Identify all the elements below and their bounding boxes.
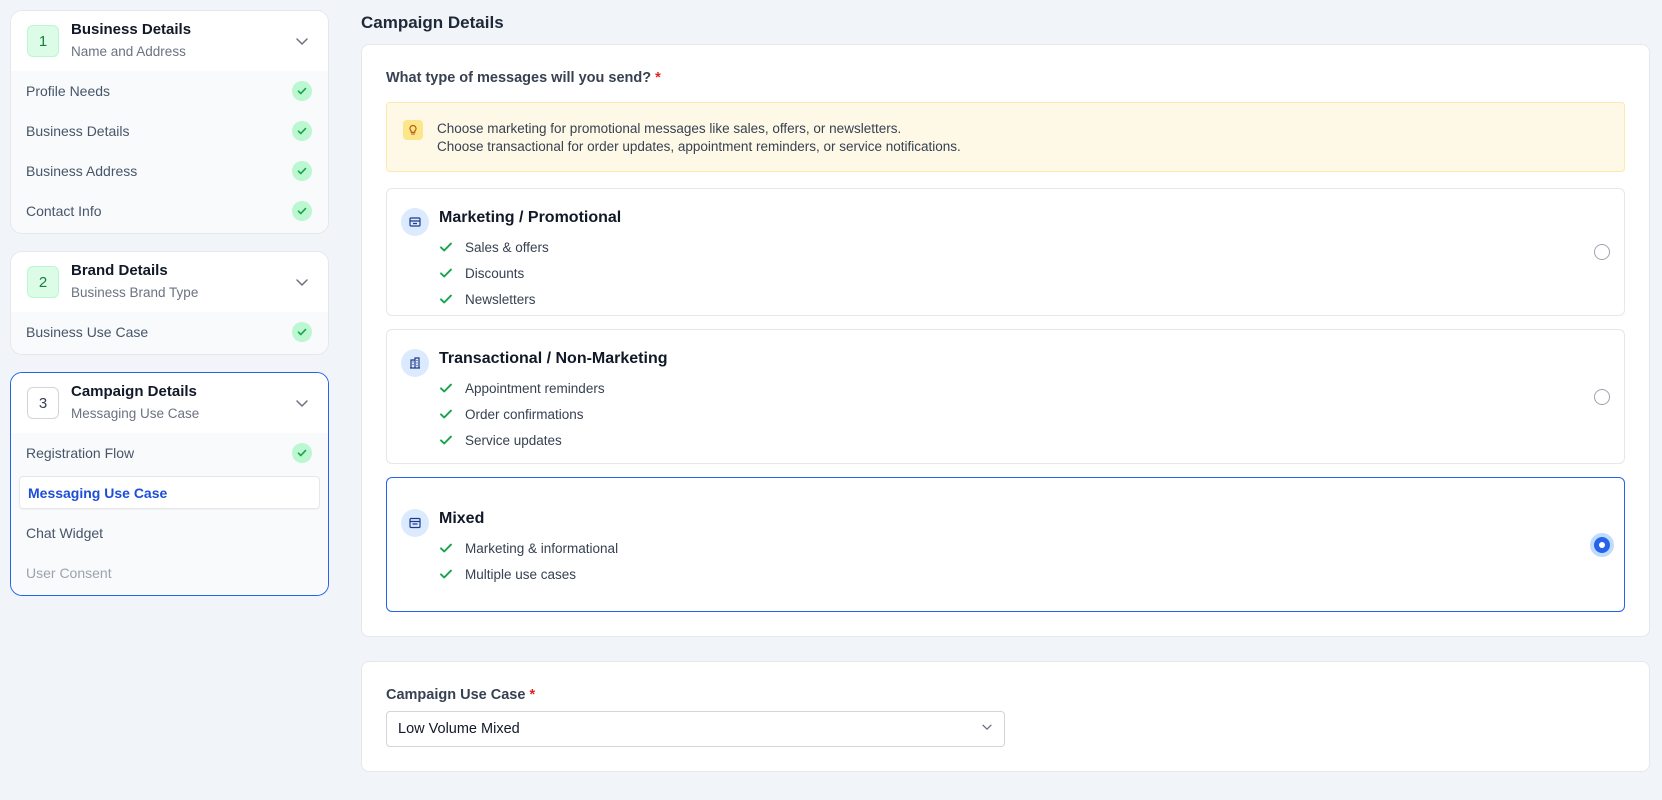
step-title: Business Details <box>71 21 192 38</box>
check-icon <box>439 433 455 447</box>
step-item-label: Business Use Case <box>26 324 149 340</box>
question-label: What type of messages will you send? * <box>386 70 661 86</box>
option-title: Mixed <box>439 510 485 527</box>
check-circle-icon <box>292 161 312 181</box>
radio-transactional[interactable] <box>1594 388 1610 405</box>
use-case-label: Campaign Use Case * <box>386 687 536 703</box>
message-type-panel: What type of messages will you send? * C… <box>361 44 1650 637</box>
step-item-registration-flow[interactable]: Registration Flow <box>11 433 328 473</box>
radio-mixed[interactable] <box>1594 536 1610 553</box>
main-content: Campaign Details What type of messages w… <box>361 0 1650 772</box>
step-number: 1 <box>27 25 59 57</box>
step-items: Registration Flow Messaging Use Case Cha… <box>11 433 328 595</box>
info-line: Choose transactional for order updates, … <box>437 139 961 154</box>
check-icon <box>439 541 455 555</box>
info-callout: Choose marketing for promotional message… <box>386 102 1625 172</box>
store-icon <box>401 509 429 537</box>
step-item-messaging-use-case[interactable]: Messaging Use Case <box>19 476 320 509</box>
check-icon <box>439 292 455 306</box>
step-item-business-address[interactable]: Business Address <box>11 151 328 191</box>
option-title: Marketing / Promotional <box>439 209 622 226</box>
check-icon <box>439 381 455 395</box>
step-title: Campaign Details <box>71 383 197 400</box>
step-item-chat-widget[interactable]: Chat Widget <box>11 513 328 553</box>
step-items: Business Use Case <box>11 312 328 354</box>
check-icon <box>439 240 455 254</box>
step-items: Profile Needs Business Details Business … <box>11 71 328 233</box>
step-card-brand-details: 2 Brand Details Business Brand Type Busi… <box>10 251 329 355</box>
info-line: Choose marketing for promotional message… <box>437 121 902 136</box>
step-item-business-use-case[interactable]: Business Use Case <box>11 312 328 352</box>
required-mark: * <box>529 687 536 703</box>
step-subtitle: Messaging Use Case <box>71 406 200 421</box>
building-icon <box>401 349 429 377</box>
campaign-use-case-select[interactable]: Low Volume Mixed <box>386 711 1005 747</box>
check-icon <box>439 266 455 280</box>
option-feature: Discounts <box>439 260 1608 286</box>
step-item-label: Profile Needs <box>26 83 111 99</box>
step-number: 2 <box>27 266 59 298</box>
use-case-panel: Campaign Use Case * Low Volume Mixed <box>361 661 1650 772</box>
chevron-down-icon <box>981 721 993 737</box>
section-title: Campaign Details <box>361 13 504 32</box>
step-header-brand-details[interactable]: 2 Brand Details Business Brand Type <box>11 252 328 312</box>
step-item-label: Messaging Use Case <box>28 484 168 501</box>
step-item-label: User Consent <box>26 565 112 581</box>
required-mark: * <box>655 70 661 86</box>
step-title: Brand Details <box>71 262 168 279</box>
option-feature: Order confirmations <box>439 401 1608 427</box>
step-item-contact-info[interactable]: Contact Info <box>11 191 328 231</box>
option-feature: Marketing & informational <box>439 535 1608 561</box>
radio-marketing[interactable] <box>1594 244 1610 260</box>
check-circle-icon <box>292 443 312 463</box>
step-subtitle: Name and Address <box>71 44 186 59</box>
step-subtitle: Business Brand Type <box>71 285 199 300</box>
chevron-down-icon[interactable] <box>292 272 312 292</box>
lightbulb-icon <box>403 120 423 140</box>
option-feature: Service updates <box>439 427 1608 453</box>
option-feature: Appointment reminders <box>439 375 1608 401</box>
step-header-business-details[interactable]: 1 Business Details Name and Address <box>11 11 328 71</box>
option-mixed[interactable]: Mixed Marketing & informational Multiple… <box>386 477 1625 612</box>
option-feature: Multiple use cases <box>439 561 1608 587</box>
step-header-campaign-details[interactable]: 3 Campaign Details Messaging Use Case <box>11 373 328 433</box>
chevron-down-icon[interactable] <box>292 31 312 51</box>
option-marketing-promotional[interactable]: Marketing / Promotional Sales & offers D… <box>386 188 1625 316</box>
check-icon <box>439 407 455 421</box>
step-card-business-details: 1 Business Details Name and Address Prof… <box>10 10 329 234</box>
option-transactional[interactable]: Transactional / Non-Marketing Appointmen… <box>386 329 1625 464</box>
check-icon <box>439 567 455 581</box>
step-item-business-details[interactable]: Business Details <box>11 111 328 151</box>
check-circle-icon <box>292 121 312 141</box>
step-item-label: Business Details <box>26 123 130 139</box>
page: 1 Business Details Name and Address Prof… <box>0 0 1662 800</box>
step-item-label: Chat Widget <box>26 525 104 541</box>
step-card-campaign-details: 3 Campaign Details Messaging Use Case Re… <box>10 372 329 596</box>
option-title: Transactional / Non-Marketing <box>439 350 668 367</box>
step-item-label: Registration Flow <box>26 445 135 461</box>
check-circle-icon <box>292 81 312 101</box>
step-item-label: Contact Info <box>26 203 102 219</box>
step-number: 3 <box>27 387 59 419</box>
check-circle-icon <box>292 322 312 342</box>
check-circle-icon <box>292 201 312 221</box>
step-item-user-consent: User Consent <box>11 553 328 593</box>
option-feature: Sales & offers <box>439 234 1608 260</box>
step-item-profile-needs[interactable]: Profile Needs <box>11 71 328 111</box>
option-feature: Newsletters <box>439 286 1608 312</box>
select-value: Low Volume Mixed <box>398 721 520 737</box>
step-item-label: Business Address <box>26 163 138 179</box>
storefront-icon <box>401 208 429 236</box>
wizard-sidebar: 1 Business Details Name and Address Prof… <box>10 10 329 613</box>
chevron-down-icon[interactable] <box>292 393 312 413</box>
